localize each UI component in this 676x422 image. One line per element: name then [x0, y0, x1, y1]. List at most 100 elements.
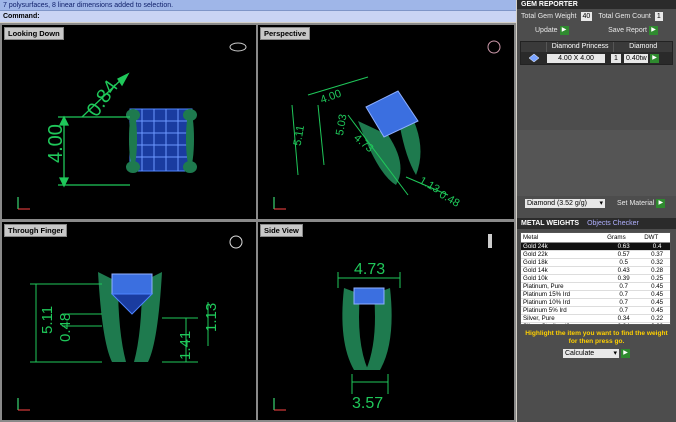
- update-label: Update: [535, 27, 558, 34]
- dimension-label: 0.48: [57, 313, 74, 342]
- gem-row[interactable]: 4.00 X 4.00 1 0.40tw ▶: [521, 52, 672, 64]
- gem-reporter-title: GEM REPORTER: [517, 0, 676, 9]
- metal-cell-metal: Gold 10k: [521, 274, 606, 283]
- command-prompt[interactable]: Command:: [0, 11, 516, 22]
- metal-row[interactable]: Gold 24k 0.63 0.4: [521, 242, 670, 251]
- dimension-label: 5.03: [334, 113, 350, 136]
- metal-cell-dwt: 0.45: [642, 282, 670, 291]
- metal-row[interactable]: Platinum 5% Ird 0.7 0.45: [521, 306, 670, 315]
- metal-col-header: Metal: [521, 233, 606, 243]
- command-history: 7 polysurfaces, 8 linear dimensions adde…: [0, 0, 516, 11]
- go-arrow-icon: ▶: [649, 26, 658, 35]
- calculate-row: Calculate ▾ ▶: [563, 349, 630, 358]
- viewport-through-finger[interactable]: Through Finger 5.11 0.48 1.41 1.13: [2, 222, 256, 420]
- metal-cell-grams: 0.5: [605, 258, 643, 267]
- metal-cell-dwt: 0.37: [642, 250, 670, 259]
- gem-totals: Total Gem Weight 40 Total Gem Count 1: [517, 12, 676, 21]
- calculate-select[interactable]: Calculate ▾: [563, 349, 619, 358]
- material-row: Diamond (3.52 g/g) ▾ Set Material ▶: [525, 199, 666, 208]
- ring-icon: [487, 40, 501, 54]
- metal-cell-metal: Silver, Sterling (9: [521, 322, 606, 324]
- metal-cell-grams: 0.39: [605, 274, 643, 283]
- metal-cell-metal: Platinum 5% Ird: [521, 306, 606, 315]
- metal-cell-dwt: 0.4: [642, 242, 670, 251]
- go-arrow-icon[interactable]: ▶: [656, 199, 666, 208]
- metal-cell-metal: Platinum 10% Ird: [521, 298, 606, 307]
- metal-cell-dwt: 0.32: [642, 258, 670, 267]
- ring-icon: [488, 234, 492, 248]
- metal-row[interactable]: Silver, Sterling (90.340.22: [521, 322, 670, 324]
- metal-cell-grams: 0.7: [605, 298, 643, 307]
- update-button[interactable]: Update ▶: [535, 26, 569, 35]
- metal-cell-grams: 0.7: [605, 290, 643, 299]
- metal-cell-metal: Gold 18k: [521, 258, 606, 267]
- metal-row[interactable]: Silver, Pure 0.34 0.22: [521, 314, 670, 323]
- gem-header-princess: Diamond Princess: [547, 42, 615, 52]
- material-select[interactable]: Diamond (3.52 g/g) ▾: [525, 199, 605, 208]
- metal-cell-dwt: 0.25: [642, 274, 670, 283]
- viewport-looking-down[interactable]: Looking Down 4.00 0.84: [2, 25, 256, 219]
- viewport-grid: Looking Down 4.00 0.84 Perspective 5.11 …: [0, 23, 516, 422]
- go-arrow-icon[interactable]: ▶: [621, 349, 630, 358]
- metal-cell-metal: Platinum, Pure: [521, 282, 606, 291]
- dwt-col-header: DWT: [642, 233, 670, 243]
- ring-icon: [229, 42, 247, 52]
- metal-table: Metal Grams DWT Gold 24k 0.63 0.4 Gold 22k 0…: [521, 233, 670, 324]
- metal-row[interactable]: Platinum, Pure 0.7 0.45: [521, 282, 670, 291]
- viewport-title[interactable]: Looking Down: [4, 27, 64, 40]
- dimension-label: 5.11: [292, 124, 307, 146]
- metal-cell-metal: Gold 14k: [521, 266, 606, 275]
- metal-row[interactable]: Platinum 10% Ird 0.7 0.45: [521, 298, 670, 307]
- metal-row[interactable]: Gold 22k 0.57 0.37: [521, 250, 670, 259]
- through-finger-drawing: 5.11 0.48 1.41 1.13: [17, 235, 243, 411]
- dimension-label: 5.11: [39, 306, 56, 334]
- axis-icon: [273, 197, 286, 210]
- axis-icon: [17, 398, 30, 411]
- viewport-perspective[interactable]: Perspective 5.11 4.00 5.03 4.73 1.13 0.4…: [258, 25, 514, 219]
- metal-row[interactable]: Platinum 15% Ird 0.7 0.45: [521, 290, 670, 299]
- tab-metal-weights[interactable]: METAL WEIGHTS: [517, 220, 583, 227]
- gem-weight: 0.40tw: [624, 53, 648, 63]
- total-gem-count-label: Total Gem Count: [598, 13, 651, 20]
- dimension-label: 4.00: [45, 124, 67, 163]
- metal-row[interactable]: Gold 10k 0.39 0.25: [521, 274, 670, 283]
- metal-cell-grams: 0.57: [605, 250, 643, 259]
- gem-thumbnail-icon: [521, 53, 547, 63]
- gem-thumb-header: [521, 42, 547, 52]
- axis-icon: [17, 197, 30, 210]
- gem-table: Diamond Princess Diamond 4.00 X 4.00 1 0…: [520, 41, 673, 65]
- gem-table-header: Diamond Princess Diamond: [521, 42, 672, 52]
- dimension-label: 1.41: [177, 331, 194, 360]
- metal-cell-metal: Platinum 15% Ird: [521, 290, 606, 299]
- side-view-drawing: 4.73 3.57: [273, 234, 492, 412]
- viewport-title[interactable]: Side View: [260, 224, 303, 237]
- metal-row[interactable]: Gold 18k 0.5 0.32: [521, 258, 670, 267]
- perspective-drawing: 5.11 4.00 5.03 4.73 1.13 0.48: [273, 40, 501, 210]
- set-material-label: Set Material: [617, 200, 655, 207]
- metal-cell-dwt: 0.45: [642, 298, 670, 307]
- dimension-label: 3.57: [352, 395, 383, 412]
- material-select-value: Diamond (3.52 g/g): [527, 200, 587, 207]
- metal-cell-dwt: 0.45: [642, 290, 670, 299]
- metal-cell-metal: Gold 22k: [521, 250, 606, 259]
- grams-col-header: Grams: [605, 233, 643, 243]
- metal-tabs: METAL WEIGHTS Objects Checker: [517, 218, 676, 229]
- total-gem-count-value: 1: [654, 12, 663, 21]
- viewport-title[interactable]: Through Finger: [4, 224, 68, 237]
- viewport-side-view[interactable]: Side View 4.73 3.57: [258, 222, 514, 420]
- metal-hint: Highlight the item you want to find the …: [525, 330, 668, 345]
- metal-row[interactable]: Gold 14k 0.43 0.28: [521, 266, 670, 275]
- metal-cell-metal: Gold 24k: [521, 242, 606, 251]
- metal-cell-metal: Silver, Pure: [521, 314, 606, 323]
- metal-cell-dwt: 0.28: [642, 266, 670, 275]
- tab-objects-checker[interactable]: Objects Checker: [583, 220, 643, 227]
- dimension-label: 1.13: [417, 175, 442, 196]
- save-report-button[interactable]: Save Report ▶: [608, 26, 658, 35]
- gem-count: 1: [611, 53, 621, 63]
- go-arrow-icon[interactable]: ▶: [650, 53, 659, 63]
- metal-cell-grams: 0.34: [605, 314, 643, 323]
- dimension-label: 1.13: [203, 303, 220, 332]
- command-label: Command:: [3, 13, 40, 20]
- metal-table-header: Metal Grams DWT: [521, 233, 670, 243]
- viewport-title[interactable]: Perspective: [260, 27, 311, 40]
